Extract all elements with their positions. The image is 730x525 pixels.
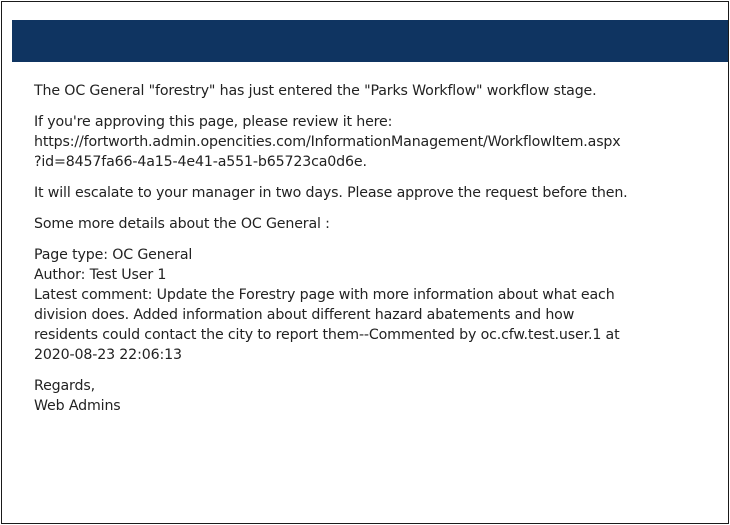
latest-comment-line4: 2020-08-23 22:06:13 — [34, 347, 182, 363]
email-frame: The OC General "forestry" has just enter… — [1, 1, 729, 524]
regards: Regards, — [34, 378, 95, 394]
page-type: Page type: OC General — [34, 247, 193, 263]
intro-text: The OC General "forestry" has just enter… — [34, 83, 597, 99]
details-intro-paragraph: Some more details about the OC General : — [34, 214, 724, 234]
details-paragraph: Page type: OC General Author: Test User … — [34, 245, 724, 365]
intro-paragraph: The OC General "forestry" has just enter… — [34, 81, 724, 101]
latest-comment-line3: residents could contact the city to repo… — [34, 327, 620, 343]
latest-comment-line2: division does. Added information about d… — [34, 307, 575, 323]
review-link-line2[interactable]: ?id=8457fa66-4a15-4e41-a551-b65723ca0d6e… — [34, 154, 367, 170]
signature: Web Admins — [34, 398, 121, 414]
latest-comment-line1: Latest comment: Update the Forestry page… — [34, 287, 615, 303]
email-body: The OC General "forestry" has just enter… — [34, 81, 724, 427]
details-intro-text: Some more details about the OC General : — [34, 216, 330, 232]
review-prompt: If you're approving this page, please re… — [34, 114, 393, 130]
signoff-paragraph: Regards, Web Admins — [34, 376, 724, 416]
review-paragraph: If you're approving this page, please re… — [34, 112, 724, 172]
review-link[interactable]: https://fortworth.admin.opencities.com/I… — [34, 132, 724, 152]
escalation-paragraph: It will escalate to your manager in two … — [34, 183, 724, 203]
review-link-line1[interactable]: https://fortworth.admin.opencities.com/I… — [34, 134, 621, 150]
review-link-continued[interactable]: ?id=8457fa66-4a15-4e41-a551-b65723ca0d6e… — [34, 152, 724, 172]
escalation-text: It will escalate to your manager in two … — [34, 185, 628, 201]
email-header-bar — [12, 20, 728, 62]
author: Author: Test User 1 — [34, 267, 167, 283]
